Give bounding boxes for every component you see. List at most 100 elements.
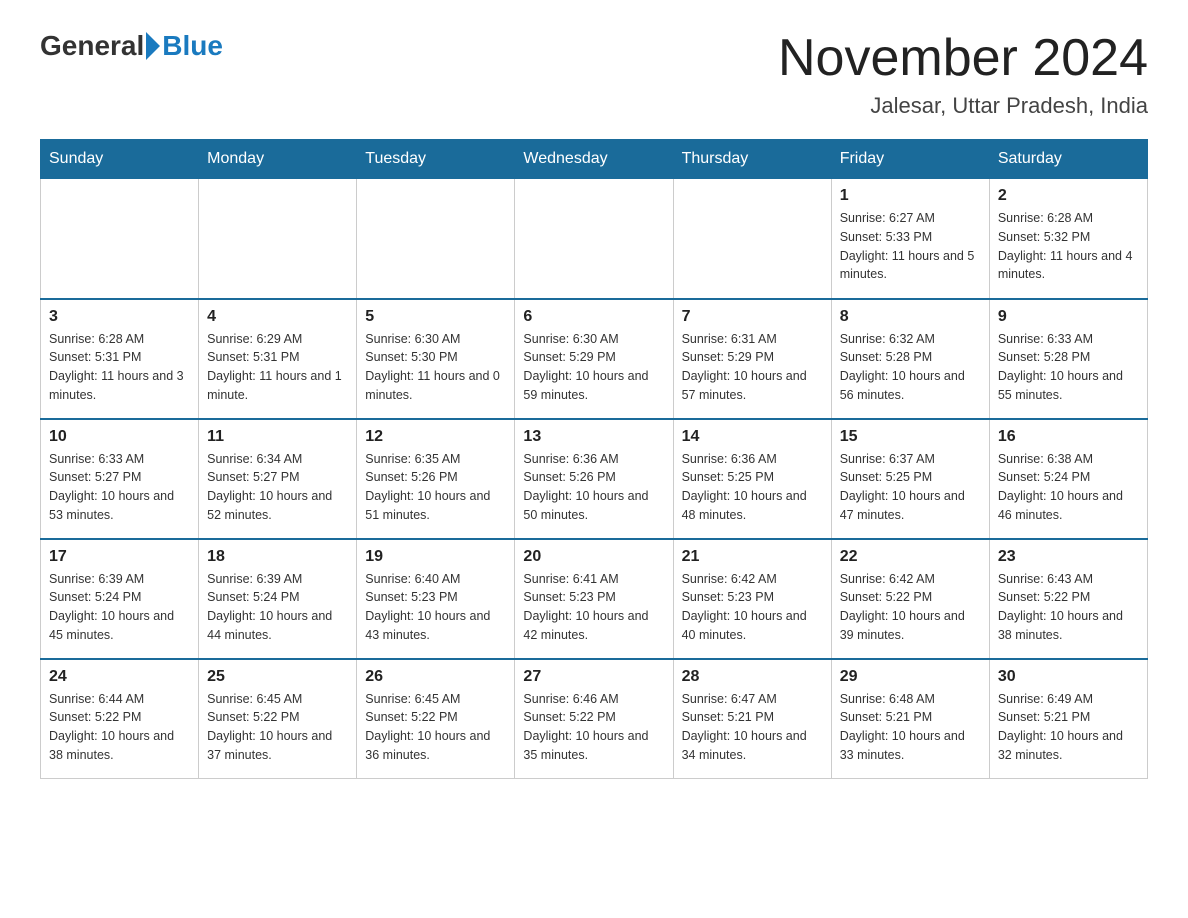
calendar-cell: 30 Sunrise: 6:49 AMSunset: 5:21 PMDayligh… [989, 659, 1147, 779]
calendar-cell: 10Sunrise: 6:33 AMSunset: 5:27 PMDayligh… [41, 419, 199, 539]
day-number: 28 [682, 668, 823, 686]
calendar-cell: 14 Sunrise: 6:36 AMSunset: 5:25 PMDayligh… [673, 419, 831, 539]
day-number: 19 [365, 548, 506, 566]
calendar-cell: 13 Sunrise: 6:36 AMSunset: 5:26 PMDayligh… [515, 419, 673, 539]
calendar-cell [515, 179, 673, 299]
calendar-cell: 28 Sunrise: 6:47 AMSunset: 5:21 PMDayligh… [673, 659, 831, 779]
logo-triangle-icon [146, 32, 160, 60]
day-info: Sunrise: 6:38 AMSunset: 5:24 PMDaylight:… [998, 450, 1139, 525]
day-number: 7 [682, 308, 823, 326]
day-number: 15 [840, 428, 981, 446]
calendar-cell: 1Sunrise: 6:27 AMSunset: 5:33 PMDaylight… [831, 179, 989, 299]
day-number: 22 [840, 548, 981, 566]
month-title: November 2024 [778, 30, 1148, 87]
calendar-cell [199, 179, 357, 299]
day-number: 24 [49, 668, 190, 686]
week-row-3: 10Sunrise: 6:33 AMSunset: 5:27 PMDayligh… [41, 419, 1148, 539]
day-number: 16 [998, 428, 1139, 446]
logo: General Blue [40, 30, 223, 62]
day-info: Sunrise: 6:31 AMSunset: 5:29 PMDaylight:… [682, 330, 823, 405]
day-info: Sunrise: 6:45 AMSunset: 5:22 PMDaylight:… [365, 690, 506, 765]
header-wednesday: Wednesday [515, 140, 673, 179]
calendar-cell [357, 179, 515, 299]
calendar-cell: 20Sunrise: 6:41 AMSunset: 5:23 PMDayligh… [515, 539, 673, 659]
day-number: 12 [365, 428, 506, 446]
day-info: Sunrise: 6:44 AMSunset: 5:22 PMDaylight:… [49, 690, 190, 765]
day-number: 27 [523, 668, 664, 686]
day-info: Sunrise: 6:27 AMSunset: 5:33 PMDaylight:… [840, 209, 981, 284]
day-info: Sunrise: 6:37 AMSunset: 5:25 PMDaylight:… [840, 450, 981, 525]
calendar-cell: 22 Sunrise: 6:42 AMSunset: 5:22 PMDayligh… [831, 539, 989, 659]
calendar-cell: 4 Sunrise: 6:29 AMSunset: 5:31 PMDaylight… [199, 299, 357, 419]
calendar-cell: 18 Sunrise: 6:39 AMSunset: 5:24 PMDayligh… [199, 539, 357, 659]
day-info: Sunrise: 6:28 AMSunset: 5:32 PMDaylight:… [998, 209, 1139, 284]
day-number: 21 [682, 548, 823, 566]
week-row-2: 3 Sunrise: 6:28 AMSunset: 5:31 PMDaylight… [41, 299, 1148, 419]
day-number: 10 [49, 428, 190, 446]
calendar-cell: 7 Sunrise: 6:31 AMSunset: 5:29 PMDaylight… [673, 299, 831, 419]
calendar-cell: 3 Sunrise: 6:28 AMSunset: 5:31 PMDaylight… [41, 299, 199, 419]
day-number: 8 [840, 308, 981, 326]
day-number: 17 [49, 548, 190, 566]
header-sunday: Sunday [41, 140, 199, 179]
calendar-cell: 2Sunrise: 6:28 AMSunset: 5:32 PMDaylight… [989, 179, 1147, 299]
day-number: 26 [365, 668, 506, 686]
day-number: 13 [523, 428, 664, 446]
day-number: 30 [998, 668, 1139, 686]
title-area: November 2024 Jalesar, Uttar Pradesh, In… [778, 30, 1148, 119]
day-number: 4 [207, 308, 348, 326]
week-row-4: 17 Sunrise: 6:39 AMSunset: 5:24 PMDayligh… [41, 539, 1148, 659]
calendar-cell [673, 179, 831, 299]
calendar-cell: 6Sunrise: 6:30 AMSunset: 5:29 PMDaylight… [515, 299, 673, 419]
calendar-cell: 25 Sunrise: 6:45 AMSunset: 5:22 PMDayligh… [199, 659, 357, 779]
calendar-cell: 17 Sunrise: 6:39 AMSunset: 5:24 PMDayligh… [41, 539, 199, 659]
day-number: 14 [682, 428, 823, 446]
week-row-5: 24 Sunrise: 6:44 AMSunset: 5:22 PMDayligh… [41, 659, 1148, 779]
day-number: 18 [207, 548, 348, 566]
day-info: Sunrise: 6:36 AMSunset: 5:26 PMDaylight:… [523, 450, 664, 525]
logo-general-text: General [40, 30, 144, 62]
calendar-cell: 21 Sunrise: 6:42 AMSunset: 5:23 PMDayligh… [673, 539, 831, 659]
day-info: Sunrise: 6:39 AMSunset: 5:24 PMDaylight:… [49, 570, 190, 645]
header-monday: Monday [199, 140, 357, 179]
page-header: General Blue November 2024 Jalesar, Utta… [40, 30, 1148, 119]
day-info: Sunrise: 6:42 AMSunset: 5:22 PMDaylight:… [840, 570, 981, 645]
day-info: Sunrise: 6:33 AMSunset: 5:28 PMDaylight:… [998, 330, 1139, 405]
day-info: Sunrise: 6:35 AMSunset: 5:26 PMDaylight:… [365, 450, 506, 525]
day-number: 11 [207, 428, 348, 446]
day-info: Sunrise: 6:42 AMSunset: 5:23 PMDaylight:… [682, 570, 823, 645]
day-info: Sunrise: 6:43 AMSunset: 5:22 PMDaylight:… [998, 570, 1139, 645]
day-info: Sunrise: 6:46 AMSunset: 5:22 PMDaylight:… [523, 690, 664, 765]
day-info: Sunrise: 6:39 AMSunset: 5:24 PMDaylight:… [207, 570, 348, 645]
calendar-cell: 27 Sunrise: 6:46 AMSunset: 5:22 PMDayligh… [515, 659, 673, 779]
day-info: Sunrise: 6:36 AMSunset: 5:25 PMDaylight:… [682, 450, 823, 525]
day-number: 9 [998, 308, 1139, 326]
day-number: 29 [840, 668, 981, 686]
day-info: Sunrise: 6:40 AMSunset: 5:23 PMDaylight:… [365, 570, 506, 645]
header-friday: Friday [831, 140, 989, 179]
logo-area: General Blue [40, 30, 223, 62]
location-title: Jalesar, Uttar Pradesh, India [778, 93, 1148, 119]
header-tuesday: Tuesday [357, 140, 515, 179]
calendar-cell: 24 Sunrise: 6:44 AMSunset: 5:22 PMDayligh… [41, 659, 199, 779]
day-number: 3 [49, 308, 190, 326]
week-row-1: 1Sunrise: 6:27 AMSunset: 5:33 PMDaylight… [41, 179, 1148, 299]
day-info: Sunrise: 6:48 AMSunset: 5:21 PMDaylight:… [840, 690, 981, 765]
header-thursday: Thursday [673, 140, 831, 179]
day-info: Sunrise: 6:47 AMSunset: 5:21 PMDaylight:… [682, 690, 823, 765]
calendar-cell: 23Sunrise: 6:43 AMSunset: 5:22 PMDayligh… [989, 539, 1147, 659]
day-info: Sunrise: 6:49 AMSunset: 5:21 PMDaylight:… [998, 690, 1139, 765]
day-number: 20 [523, 548, 664, 566]
day-info: Sunrise: 6:30 AMSunset: 5:29 PMDaylight:… [523, 330, 664, 405]
calendar-cell: 19 Sunrise: 6:40 AMSunset: 5:23 PMDayligh… [357, 539, 515, 659]
day-info: Sunrise: 6:45 AMSunset: 5:22 PMDaylight:… [207, 690, 348, 765]
day-info: Sunrise: 6:32 AMSunset: 5:28 PMDaylight:… [840, 330, 981, 405]
day-info: Sunrise: 6:30 AMSunset: 5:30 PMDaylight:… [365, 330, 506, 405]
day-info: Sunrise: 6:28 AMSunset: 5:31 PMDaylight:… [49, 330, 190, 405]
calendar-cell: 11 Sunrise: 6:34 AMSunset: 5:27 PMDayligh… [199, 419, 357, 539]
calendar-cell: 16 Sunrise: 6:38 AMSunset: 5:24 PMDayligh… [989, 419, 1147, 539]
day-info: Sunrise: 6:34 AMSunset: 5:27 PMDaylight:… [207, 450, 348, 525]
day-info: Sunrise: 6:29 AMSunset: 5:31 PMDaylight:… [207, 330, 348, 405]
calendar-cell: 15 Sunrise: 6:37 AMSunset: 5:25 PMDayligh… [831, 419, 989, 539]
day-number: 25 [207, 668, 348, 686]
